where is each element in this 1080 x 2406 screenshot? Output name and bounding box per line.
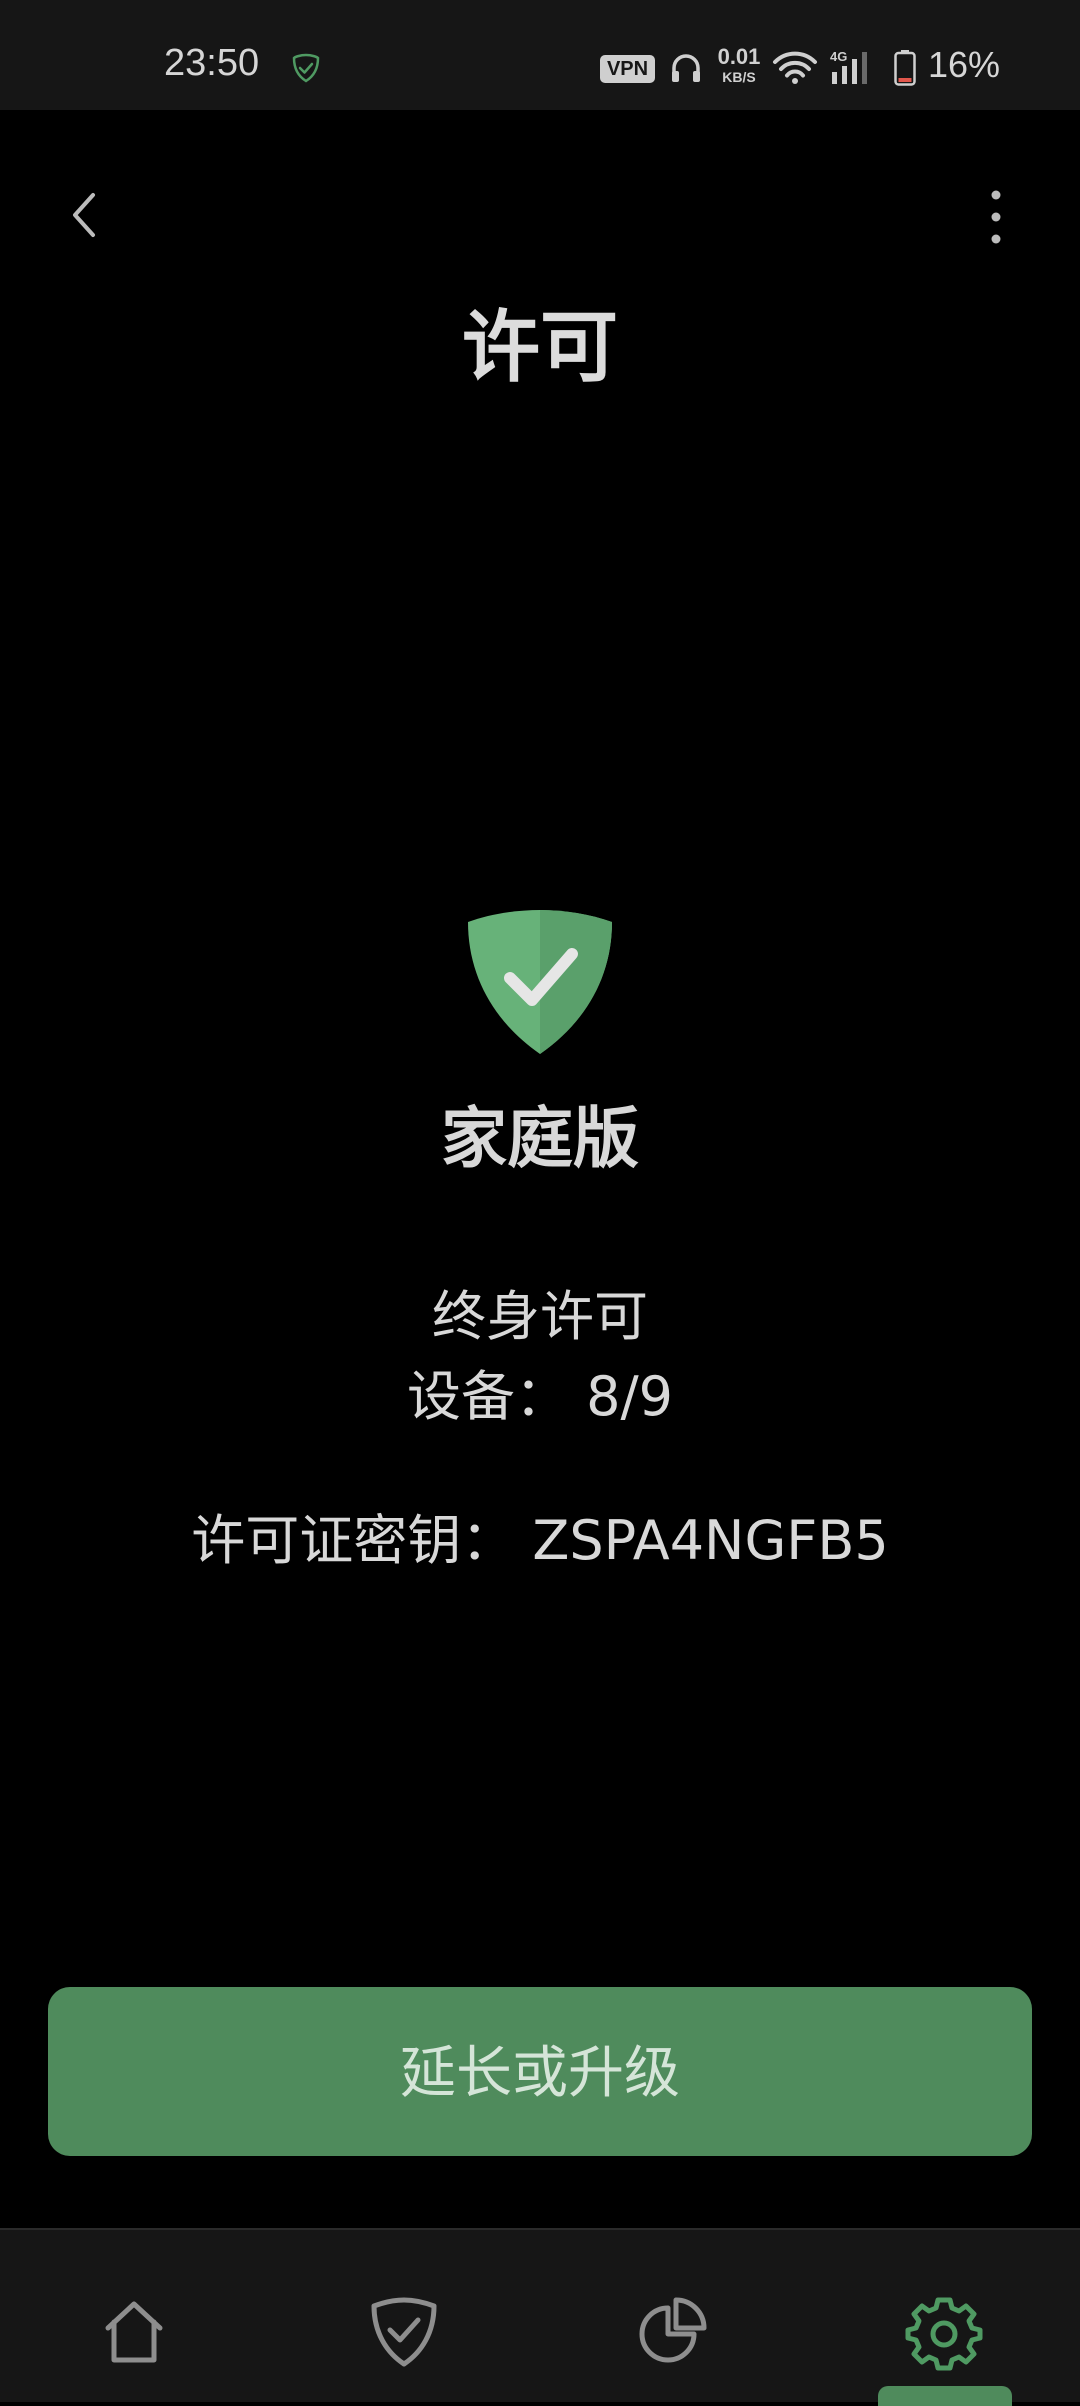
license-key: 许可证密钥： ZSPA4NGFB5 [191,1509,889,1572]
shield-check-icon [371,2297,437,2367]
adguard-shield-icon [292,53,320,83]
network-speed: 0.01 KB/S [714,44,764,85]
page-title: 许可 [461,303,618,393]
bottom-navigation [0,2228,1080,2406]
active-tab-indicator [878,2386,1012,2406]
nav-statistics[interactable] [632,2292,712,2372]
cellular-signal-icon: 4G [830,49,867,84]
edition-name: 家庭版 [441,1100,639,1177]
more-options-button[interactable] [966,185,1026,245]
network-type-label: 4G [830,49,847,64]
nav-settings[interactable] [904,2292,984,2372]
vpn-badge: VPN [600,55,655,83]
wifi-icon [773,51,817,84]
battery-icon [894,50,916,86]
extend-or-upgrade-button[interactable]: 延长或升级 [48,1987,1032,2156]
nav-protection[interactable] [364,2292,444,2372]
network-speed-unit: KB/S [722,69,756,85]
headphone-icon [672,54,700,82]
license-shield-icon [468,910,612,1054]
gear-icon [905,2297,983,2371]
license-type: 终身许可 [432,1285,648,1348]
back-button[interactable] [55,185,115,245]
pie-chart-icon [639,2297,707,2363]
battery-percent: 16% [928,44,1001,85]
more-vertical-icon [991,190,1001,244]
home-icon [105,2301,163,2363]
chevron-left-icon [73,193,95,237]
status-bar: 23:50 VPN 0.01 KB/S 4G 16% [0,0,1080,110]
nav-home[interactable] [94,2292,174,2372]
network-speed-value: 0.01 [717,44,761,69]
status-time: 23:50 [164,42,260,84]
devices-count: 设备： 8/9 [406,1365,674,1428]
